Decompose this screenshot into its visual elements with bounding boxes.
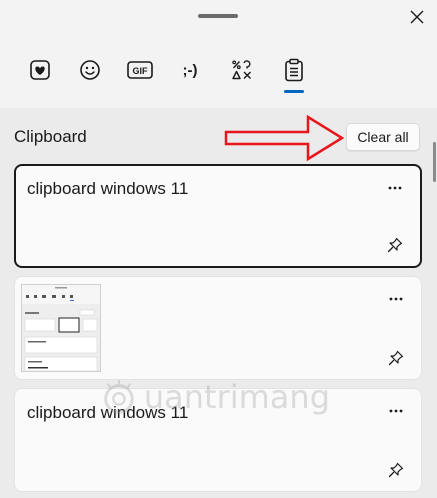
heart-emoji-icon — [30, 60, 50, 80]
tab-gif[interactable]: GIF — [120, 52, 160, 88]
pin-button[interactable] — [384, 234, 406, 256]
pin-icon — [388, 462, 404, 478]
tab-kaomoji[interactable]: ;-) — [170, 52, 210, 88]
emoji-panel-tabs: GIF ;-) — [0, 52, 437, 98]
more-options-button[interactable] — [384, 180, 406, 196]
close-icon — [410, 10, 424, 24]
kaomoji-icon: ;-) — [182, 61, 198, 79]
clipboard-item-1[interactable]: clipboard windows 11 — [14, 164, 422, 268]
tab-symbols[interactable] — [222, 52, 262, 88]
symbols-icon — [232, 60, 251, 80]
tab-favorites[interactable] — [20, 52, 60, 88]
tab-emoji[interactable] — [70, 52, 110, 88]
clipboard-item-text: clipboard windows 11 — [27, 179, 189, 198]
drag-handle[interactable] — [198, 14, 238, 18]
gif-label: GIF — [133, 66, 149, 76]
pin-button[interactable] — [385, 347, 407, 369]
clipboard-item-2[interactable] — [14, 276, 422, 380]
more-options-button[interactable] — [385, 291, 407, 307]
clipboard-item-3[interactable]: clipboard windows 11 — [14, 388, 422, 492]
scrollbar[interactable] — [433, 142, 436, 182]
more-icon — [389, 409, 403, 413]
screenshot-thumbnail-image — [22, 285, 100, 371]
clipboard-item-text: clipboard windows 11 — [27, 403, 189, 422]
section-title: Clipboard — [14, 127, 87, 146]
smiley-icon — [80, 60, 100, 80]
pin-icon — [388, 350, 404, 366]
close-button[interactable] — [404, 6, 430, 28]
more-icon — [388, 186, 402, 190]
gif-icon: GIF — [127, 61, 153, 79]
active-tab-indicator — [284, 90, 304, 93]
clipboard-image-thumbnail — [21, 284, 101, 372]
tab-clipboard[interactable] — [274, 52, 314, 88]
more-icon — [389, 297, 403, 301]
more-options-button[interactable] — [385, 403, 407, 419]
clear-all-button[interactable]: Clear all — [346, 123, 420, 151]
pin-icon — [387, 237, 403, 253]
clipboard-icon — [285, 58, 303, 82]
annotation-arrow-icon — [224, 114, 345, 162]
pin-button[interactable] — [385, 459, 407, 481]
